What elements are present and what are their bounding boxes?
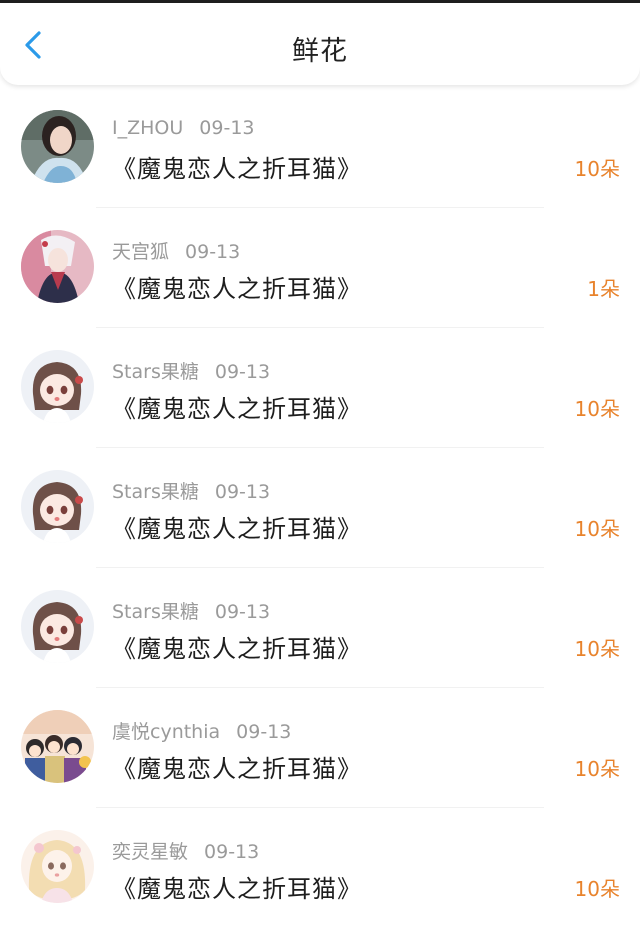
username[interactable]: I_ZHOU	[112, 117, 183, 139]
avatar[interactable]	[21, 830, 94, 903]
list-item[interactable]: Stars果糖 09-13 《魔鬼恋人之折耳猫》 10朵	[0, 568, 640, 688]
avatar-chibi-girl-icon	[21, 470, 94, 543]
book-title[interactable]: 《魔鬼恋人之折耳猫》	[112, 629, 362, 664]
row-meta: 奕灵星敏 09-13	[112, 837, 259, 864]
avatar[interactable]	[21, 350, 94, 423]
row-meta: I_ZHOU 09-13	[112, 117, 255, 139]
page-title: 鲜花	[292, 36, 348, 67]
avatar[interactable]	[21, 110, 94, 183]
avatar[interactable]	[21, 710, 94, 783]
date: 09-13	[236, 721, 292, 743]
flower-gift-list: I_ZHOU 09-13 《魔鬼恋人之折耳猫》 10朵 天宫狐 09-13 《魔鬼恋…	[0, 88, 640, 928]
row-meta: 虞悦cynthia 09-13	[112, 717, 291, 744]
username[interactable]: Stars果糖	[112, 601, 199, 623]
avatar-group-cartoon-icon	[21, 710, 94, 783]
row-meta: Stars果糖 09-13	[112, 477, 270, 504]
avatar-anime-fox-icon	[21, 230, 94, 303]
nav-header: 鲜花	[0, 3, 640, 85]
username[interactable]: Stars果糖	[112, 361, 199, 383]
book-title[interactable]: 《魔鬼恋人之折耳猫》	[112, 749, 362, 784]
avatar[interactable]	[21, 590, 94, 663]
date: 09-13	[214, 481, 271, 503]
row-meta: 天宫狐 09-13	[112, 237, 240, 264]
avatar-photo-icon	[21, 110, 94, 183]
list-item[interactable]: 天宫狐 09-13 《魔鬼恋人之折耳猫》 1朵	[0, 208, 640, 328]
row-meta: Stars果糖 09-13	[112, 597, 270, 624]
flower-count: 10朵	[574, 157, 620, 181]
row-meta: Stars果糖 09-13	[112, 357, 270, 384]
book-title[interactable]: 《魔鬼恋人之折耳猫》	[112, 509, 362, 544]
date: 09-13	[214, 361, 271, 383]
avatar[interactable]	[21, 470, 94, 543]
flower-count: 10朵	[574, 877, 620, 901]
flower-count: 10朵	[574, 637, 620, 661]
flower-count: 10朵	[574, 757, 620, 781]
flower-count: 10朵	[574, 517, 620, 541]
flower-count: 1朵	[587, 277, 620, 301]
book-title[interactable]: 《魔鬼恋人之折耳猫》	[112, 149, 362, 184]
username[interactable]: 奕灵星敏	[112, 841, 188, 863]
username[interactable]: 虞悦cynthia	[112, 721, 220, 743]
book-title[interactable]: 《魔鬼恋人之折耳猫》	[112, 389, 362, 424]
avatar[interactable]	[21, 230, 94, 303]
list-item[interactable]: Stars果糖 09-13 《魔鬼恋人之折耳猫》 10朵	[0, 328, 640, 448]
flower-count: 10朵	[574, 397, 620, 421]
list-item[interactable]: I_ZHOU 09-13 《魔鬼恋人之折耳猫》 10朵	[0, 88, 640, 208]
avatar-chibi-girl-icon	[21, 590, 94, 663]
date: 09-13	[214, 601, 271, 623]
book-title[interactable]: 《魔鬼恋人之折耳猫》	[112, 269, 362, 304]
username[interactable]: 天宫狐	[112, 241, 169, 263]
username[interactable]: Stars果糖	[112, 481, 199, 503]
avatar-blonde-doll-icon	[21, 830, 94, 903]
list-item[interactable]: 奕灵星敏 09-13 《魔鬼恋人之折耳猫》 10朵	[0, 808, 640, 928]
list-item[interactable]: Stars果糖 09-13 《魔鬼恋人之折耳猫》 10朵	[0, 448, 640, 568]
book-title[interactable]: 《魔鬼恋人之折耳猫》	[112, 869, 362, 904]
date: 09-13	[204, 841, 260, 863]
date: 09-13	[199, 117, 255, 139]
date: 09-13	[185, 241, 241, 263]
list-item[interactable]: 虞悦cynthia 09-13 《魔鬼恋人之折耳猫》 10朵	[0, 688, 640, 808]
avatar-chibi-girl-icon	[21, 350, 94, 423]
